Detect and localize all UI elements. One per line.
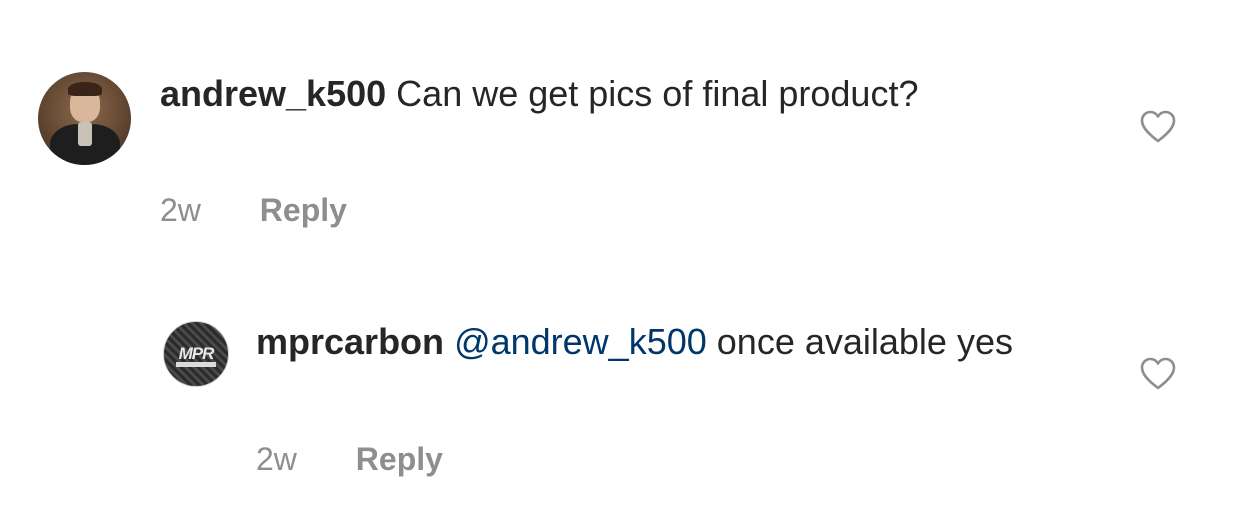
comment-body: Can we get pics of final product? <box>396 73 919 114</box>
comment-timestamp: 2w <box>256 441 297 477</box>
avatar-hair-shape <box>68 82 102 96</box>
heart-outline-icon[interactable] <box>1140 357 1176 391</box>
comment-thread: andrew_k500 Can we get pics of final pro… <box>0 0 1242 524</box>
avatar-phone-shape <box>78 122 92 146</box>
logo-text: MPR <box>178 344 215 363</box>
logo-subtext-bar <box>176 362 216 367</box>
comment-text: andrew_k500 Can we get pics of final pro… <box>160 70 980 118</box>
comment-body: once available yes <box>716 321 1013 362</box>
comment-meta: 2w Reply <box>160 192 347 229</box>
comment-timestamp: 2w <box>160 192 201 228</box>
reply-button[interactable]: Reply <box>356 441 443 478</box>
mention-link[interactable]: @andrew_k500 <box>454 321 707 362</box>
reply-button[interactable]: Reply <box>260 192 347 229</box>
comment-username[interactable]: andrew_k500 <box>160 73 386 114</box>
comment-username[interactable]: mprcarbon <box>256 321 444 362</box>
comment-text: mprcarbon @andrew_k500 once available ye… <box>256 318 1016 366</box>
avatar[interactable] <box>38 72 131 165</box>
logo: MPR <box>170 344 222 364</box>
avatar[interactable]: MPR <box>163 321 229 387</box>
heart-outline-icon[interactable] <box>1140 110 1176 144</box>
comment-meta: 2w Reply <box>256 441 443 478</box>
